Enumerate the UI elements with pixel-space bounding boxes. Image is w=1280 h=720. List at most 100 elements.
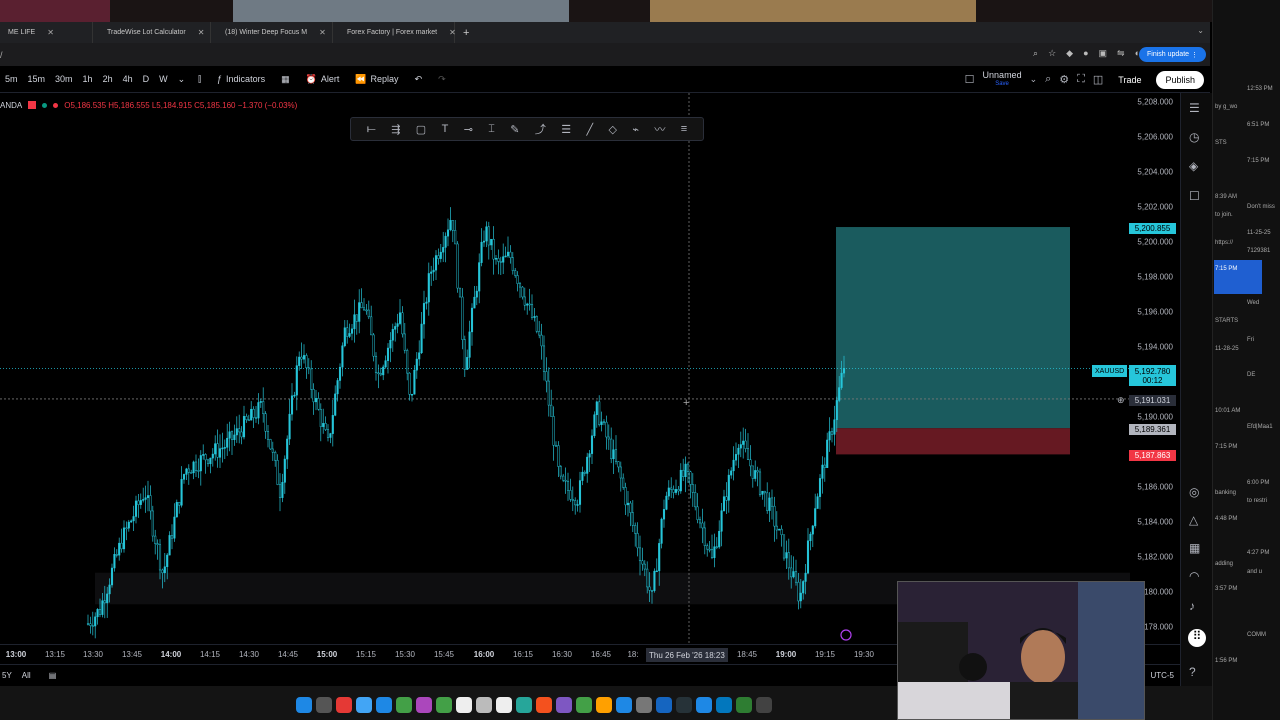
terminal-icon[interactable]	[676, 697, 692, 713]
timeframe-1h[interactable]: 1h	[78, 74, 98, 84]
search-icon[interactable]: ⌕	[1045, 73, 1051, 86]
templates-button[interactable]: ▦	[273, 74, 298, 85]
undo-button[interactable]: ↶	[407, 74, 431, 85]
range-all[interactable]: All	[22, 671, 31, 680]
chevron-down-icon[interactable]: ⌄	[1030, 74, 1038, 85]
close-icon[interactable]: ✕	[319, 28, 326, 37]
apps-icon[interactable]: ⠿	[1188, 629, 1206, 647]
layout-name-button[interactable]: Unnamed Save	[983, 70, 1022, 89]
zoom-app-icon[interactable]	[696, 697, 712, 713]
chevron-down-icon[interactable]: ⌄	[1197, 26, 1204, 35]
horizontal-line-icon[interactable]: ⟝	[367, 123, 376, 136]
menu-icon[interactable]: ≡	[681, 123, 687, 135]
new-tab-button[interactable]: +	[455, 27, 477, 39]
calendar-icon[interactable]	[456, 697, 472, 713]
shape-icon[interactable]: ◇	[608, 123, 616, 136]
text-icon[interactable]: T	[442, 123, 449, 135]
rectangle-icon[interactable]: ▢	[416, 123, 426, 136]
trend-line-icon[interactable]: ╱	[586, 123, 593, 136]
timeframe-4h[interactable]: 4h	[118, 74, 138, 84]
path-icon[interactable]: ⌁	[632, 123, 639, 136]
extension-icon[interactable]: ◆	[1066, 48, 1073, 59]
chevron-down-icon[interactable]: ⌄	[173, 74, 191, 85]
notes-icon[interactable]	[476, 697, 492, 713]
close-icon[interactable]: ✕	[198, 28, 205, 37]
fib-icon[interactable]: ⌶	[488, 123, 495, 136]
safari-icon[interactable]	[356, 697, 372, 713]
settings-icon[interactable]	[636, 697, 652, 713]
timeframe-w[interactable]: W	[154, 74, 173, 84]
gear-icon[interactable]: ⚙	[1059, 73, 1069, 86]
publish-button[interactable]: Publish	[1156, 70, 1204, 89]
candle-body	[634, 525, 637, 534]
maps-icon[interactable]	[516, 697, 532, 713]
bell-icon[interactable]: ♪	[1189, 599, 1195, 613]
address-bar[interactable]: / ⌕ ☆ ◆ ● ▣ ⇋ ◐ Finish update ⋮	[0, 43, 1210, 66]
help-icon[interactable]: ?	[1189, 665, 1196, 679]
target-icon[interactable]: ◎	[1189, 485, 1199, 499]
finder-icon[interactable]	[296, 697, 312, 713]
layers-icon[interactable]: ◈	[1189, 159, 1198, 173]
chat-icon[interactable]: ☐	[1189, 189, 1200, 203]
launchpad-icon[interactable]	[316, 697, 332, 713]
music-icon[interactable]	[536, 697, 552, 713]
timeframe-2h[interactable]: 2h	[98, 74, 118, 84]
star-icon[interactable]: ☆	[1048, 48, 1056, 59]
indicators-button[interactable]: ƒ Indicators	[209, 74, 273, 84]
browser-tab[interactable]: TradeWise Lot Calculator ✕	[93, 22, 211, 43]
camera-icon[interactable]: ◫	[1093, 73, 1103, 86]
calendar-icon[interactable]: ▦	[1189, 541, 1200, 555]
chrome-icon[interactable]	[336, 697, 352, 713]
wave-icon[interactable]: 〰	[654, 121, 665, 137]
candle-body	[290, 395, 294, 415]
add-alert-icon[interactable]: ⊕	[1117, 395, 1125, 406]
browser-tab[interactable]: (18) Winter Deep Focus M ✕	[211, 22, 333, 43]
numbers-icon[interactable]	[576, 697, 592, 713]
parallel-channel-icon[interactable]: ☰	[561, 123, 571, 136]
trade-button[interactable]: Trade	[1111, 71, 1148, 89]
range-5y[interactable]: 5Y	[2, 671, 12, 680]
calendar-icon[interactable]: ▤	[49, 671, 57, 680]
reminders-icon[interactable]	[496, 697, 512, 713]
clock-icon[interactable]: ◷	[1189, 130, 1199, 144]
close-icon[interactable]: ✕	[47, 28, 54, 37]
redo-button[interactable]: ↷	[430, 74, 454, 85]
symbol-name[interactable]: ANDA	[0, 101, 22, 110]
watchlist-icon[interactable]: ☰	[1189, 101, 1200, 115]
messages-icon[interactable]	[396, 697, 412, 713]
replay-button[interactable]: ⏪ Replay	[347, 74, 406, 85]
timezone-button[interactable]: UTC-5	[1150, 671, 1174, 680]
photos-icon[interactable]	[416, 697, 432, 713]
mail-icon[interactable]	[376, 697, 392, 713]
timeframe-d[interactable]: D	[138, 74, 155, 84]
checkbox-icon[interactable]: ☐	[965, 73, 975, 86]
chart-type-button[interactable]: ⫿	[190, 74, 209, 85]
channel-icon[interactable]: ⇶	[391, 123, 400, 136]
fullscreen-icon[interactable]: ⛶	[1077, 73, 1085, 86]
spotify-icon[interactable]	[736, 697, 752, 713]
podcasts-icon[interactable]	[556, 697, 572, 713]
brush-icon[interactable]: ✎	[510, 123, 519, 136]
browser-tab[interactable]: ME LIFE ✕	[0, 22, 93, 43]
extension-icon[interactable]: ▣	[1099, 48, 1108, 59]
steam-icon[interactable]	[716, 697, 732, 713]
extension-icon[interactable]: ⇋	[1117, 48, 1125, 59]
extension-icon[interactable]: ●	[1083, 48, 1088, 59]
app-store-icon[interactable]	[616, 697, 632, 713]
curve-icon[interactable]: ⤴	[535, 121, 546, 137]
pages-icon[interactable]	[596, 697, 612, 713]
ideas-icon[interactable]: △	[1189, 513, 1198, 527]
zoom-icon[interactable]: ⌕	[1033, 48, 1038, 59]
ray-icon[interactable]: ⊸	[464, 123, 473, 136]
facetime-icon[interactable]	[436, 697, 452, 713]
timeframe-5m[interactable]: 5m	[0, 74, 23, 84]
obs-icon[interactable]	[756, 697, 772, 713]
telegram-icon[interactable]	[656, 697, 672, 713]
alert-button[interactable]: ⏰ Alert	[298, 74, 348, 85]
browser-tab[interactable]: Forex Factory | Forex market ✕	[333, 22, 456, 43]
price-chart[interactable]: +	[0, 93, 1130, 644]
timeframe-30m[interactable]: 30m	[50, 74, 78, 84]
timeframe-15m[interactable]: 15m	[23, 74, 51, 84]
finish-update-button[interactable]: Finish update ⋮	[1139, 47, 1206, 62]
signal-icon[interactable]: ◠	[1189, 569, 1199, 583]
